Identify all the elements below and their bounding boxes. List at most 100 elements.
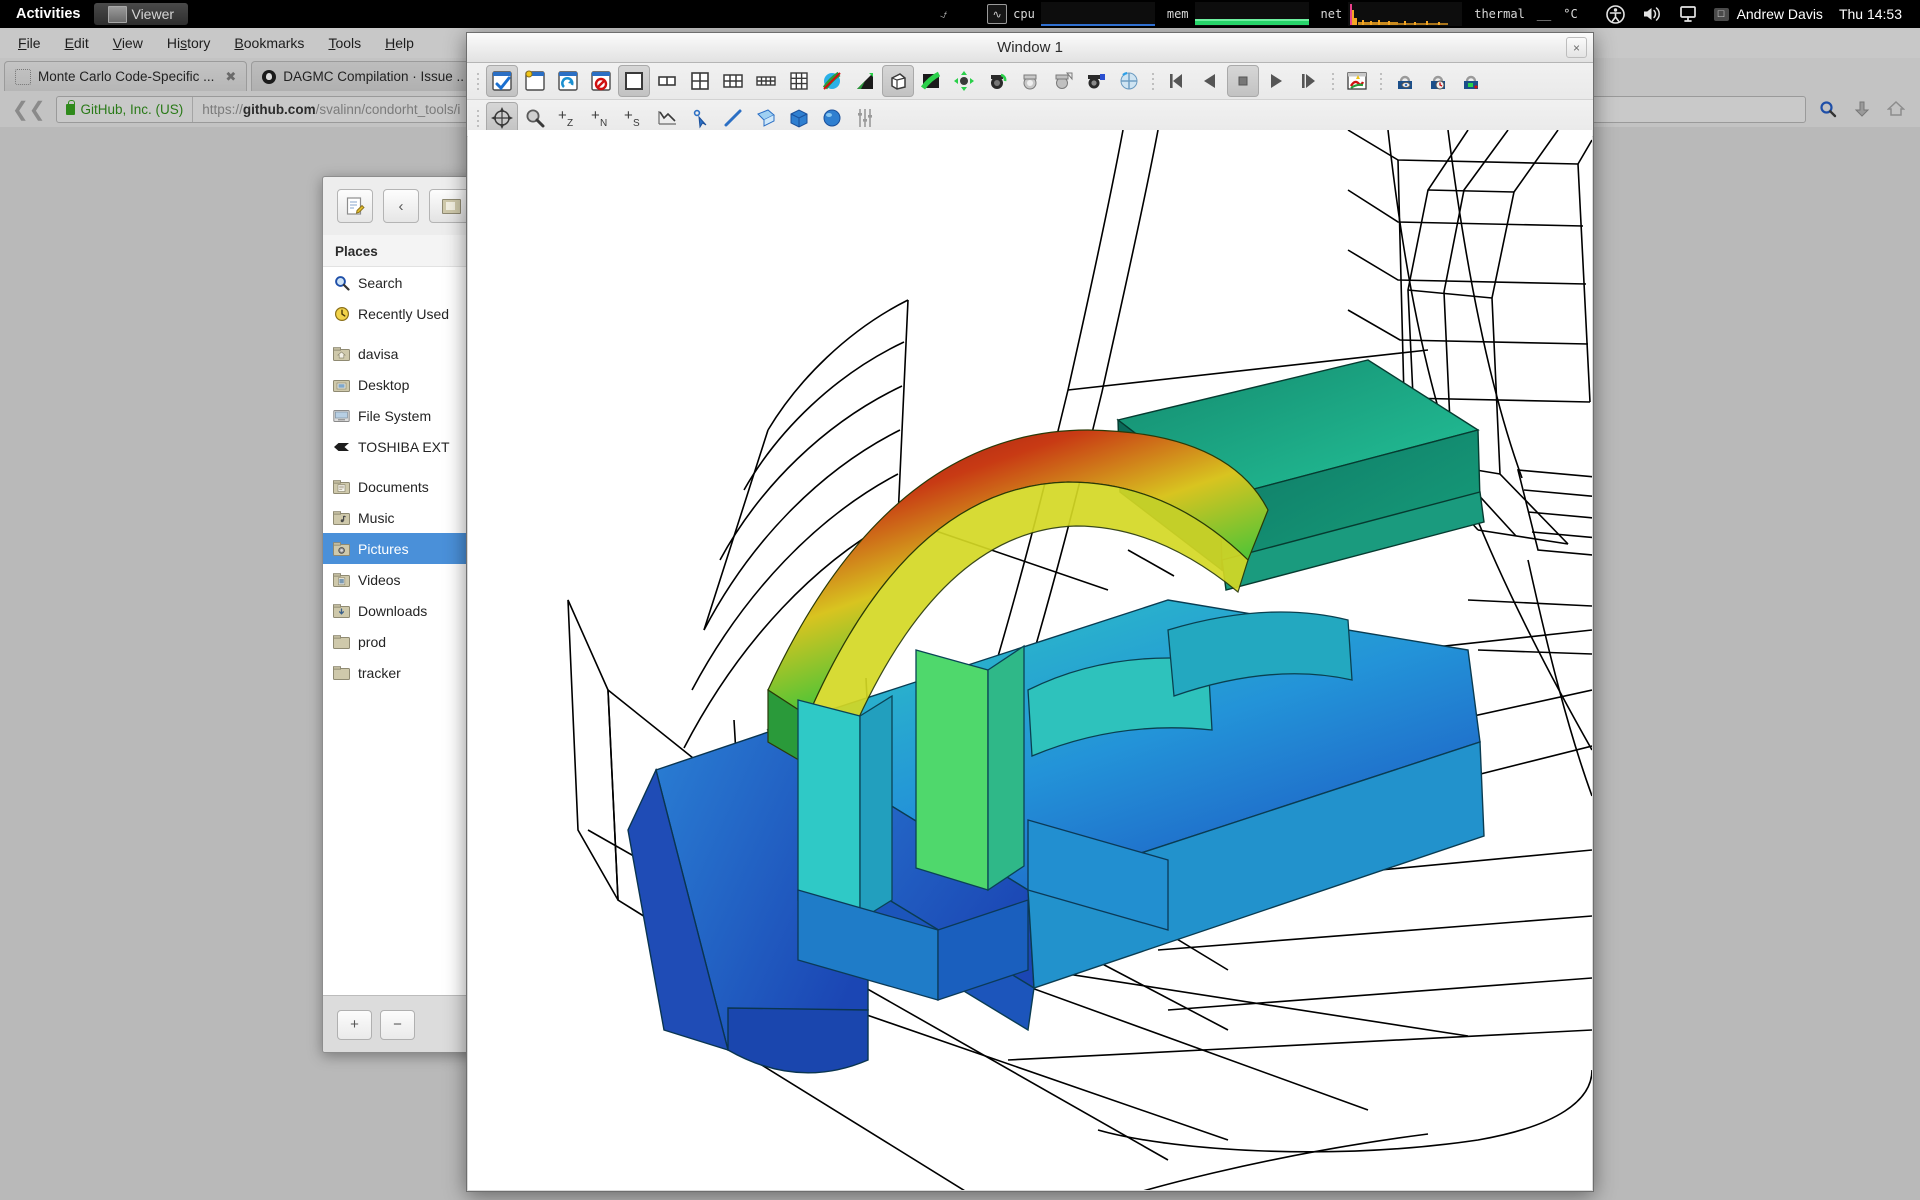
activities-button[interactable]: Activities [0,6,94,22]
clock[interactable]: Thu 14:53 [1839,6,1902,22]
open-database-icon[interactable] [486,65,518,97]
pencil-note-icon[interactable] [337,189,373,223]
search-icon[interactable] [1816,97,1840,121]
lock-view-icon[interactable] [1389,65,1421,97]
folder-icon [333,665,350,680]
url-text: https://github.com/svalinn/condorht_tool… [193,102,469,117]
toolbar-grip[interactable] [474,68,482,94]
cpu-monitor[interactable]: ∿ cpu [987,0,1155,28]
menu-edit[interactable]: Edit [53,31,101,55]
redo-view-icon[interactable] [1047,65,1079,97]
place-item-label: TOSHIBA EXT [358,438,450,455]
tab-monte-carlo[interactable]: Monte Carlo Code-Specific ... ✖ [4,61,248,91]
menu-view[interactable]: View [101,31,155,55]
new-window-icon[interactable] [519,65,551,97]
recenter-view-icon[interactable] [981,65,1013,97]
undo-view-icon[interactable] [1014,65,1046,97]
github-icon [262,69,277,84]
toolbar-separator [1329,68,1337,94]
svg-text:+: + [624,107,633,124]
close-database-icon[interactable] [585,65,617,97]
mem-graph [1194,2,1309,26]
reopen-database-icon[interactable] [552,65,584,97]
svg-text:N: N [600,118,607,129]
place-item-label: Pictures [358,540,409,557]
window-list-item-viewer[interactable]: Viewer [94,3,189,25]
tab-dagmc-issue[interactable]: DAGMC Compilation · Issue .. [251,61,476,91]
volume-icon[interactable] [1642,4,1662,24]
open-plots-icon[interactable] [849,65,881,97]
menu-tools[interactable]: Tools [316,31,373,55]
videos-folder-icon [333,572,350,587]
mem-label: mem [1166,7,1189,21]
single-pane-layout-icon[interactable] [618,65,650,97]
lock-tools-icon[interactable] [1455,65,1487,97]
visualization-canvas[interactable] [468,130,1592,1190]
two-pane-layout-icon[interactable] [651,65,683,97]
bounding-box-icon[interactable] [882,65,914,97]
user-menu[interactable]: ☐ Andrew Davis [1713,6,1823,22]
downloads-icon[interactable] [1850,97,1874,121]
clear-all-windows-icon[interactable] [816,65,848,97]
viewer-titlebar[interactable]: Window 1 × [467,33,1593,63]
step-forward-frame-icon[interactable] [1293,65,1325,97]
visit-viewer-window: Window 1 × + Z + N + S [466,32,1594,1192]
six-pane-layout-icon[interactable] [717,65,749,97]
svg-text:+: + [591,107,600,124]
folder-icon [333,634,350,649]
back-button[interactable]: ‹ [383,189,419,223]
back-button[interactable]: ❮❮ [12,97,46,122]
desktop-folder-icon [333,377,350,392]
menu-file[interactable]: File [6,31,53,55]
accessibility-icon[interactable] [1606,4,1626,24]
nine-pane-layout-icon[interactable] [783,65,815,97]
thermal-monitor[interactable]: thermal __ °C [1468,0,1583,28]
place-item-label: Search [358,274,403,291]
add-bookmark-button[interactable]: + [337,1009,372,1040]
site-identity-label: GitHub, Inc. (US) [80,101,184,117]
url-path: /svalinn/condorht_tools/i [315,101,461,117]
step-back-frame-icon[interactable] [1161,65,1193,97]
menu-bookmarks[interactable]: Bookmarks [222,31,316,55]
play-forward-icon[interactable] [1260,65,1292,97]
place-item-label: davisa [358,345,399,362]
svg-text:S: S [633,118,640,129]
close-icon[interactable]: × [1566,37,1587,58]
lock-time-icon[interactable] [1422,65,1454,97]
display-icon[interactable] [1678,4,1698,24]
play-reverse-icon[interactable] [1194,65,1226,97]
menu-help[interactable]: Help [373,31,426,55]
close-icon[interactable]: ✖ [225,69,236,85]
remove-bookmark-button[interactable]: − [380,1009,415,1040]
place-item-label: Downloads [358,602,428,619]
home-icon[interactable] [1884,97,1908,121]
system-monitor-applet: ⍻ ∿ cpu mem net thermal __ °C [940,0,1590,28]
color-table-icon[interactable] [1341,65,1373,97]
copy-view-icon[interactable] [1113,65,1145,97]
gnome-top-bar: Activities Viewer ⍻ ∿ cpu mem net therma… [0,0,1920,28]
clear-window-icon[interactable] [915,65,947,97]
eight-pane-layout-icon[interactable] [750,65,782,97]
place-item-label: Videos [358,571,401,588]
site-identity-button[interactable]: GitHub, Inc. (US) [57,96,194,122]
four-pane-layout-icon[interactable] [684,65,716,97]
save-view-icon[interactable] [1080,65,1112,97]
url-host: github.com [242,101,316,117]
cpu-graph-icon: ∿ [987,4,1008,24]
toolbar-separator [1377,68,1385,94]
net-label: net [1320,7,1343,21]
window-list-item-label: Viewer [131,6,175,22]
thermal-label: thermal [1474,7,1525,21]
music-folder-icon [333,510,350,525]
pictures-folder-icon [333,541,350,556]
place-item-label: Music [358,509,395,526]
window-title: Window 1 [997,39,1063,56]
reset-view-icon[interactable] [948,65,980,97]
menu-history[interactable]: History [155,31,223,55]
stop-animation-icon[interactable] [1227,65,1259,97]
blank-page-icon [15,68,31,85]
toolbar-grip[interactable] [474,105,482,131]
place-item-label: tracker [358,664,401,681]
net-monitor[interactable]: net [1315,0,1463,28]
mem-monitor[interactable]: mem [1161,0,1309,28]
